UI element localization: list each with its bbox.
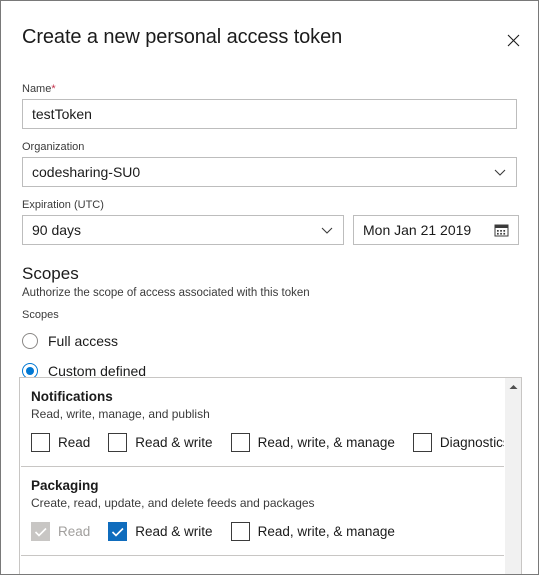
scope-checkbox-row: Read Read & write Read, write, & manage … <box>31 422 505 466</box>
expiration-duration-select[interactable]: 90 days <box>22 215 344 245</box>
expiration-label: Expiration (UTC) <box>22 199 104 211</box>
checkbox-label: Read <box>58 523 91 539</box>
scope-list-scrollbar[interactable] <box>504 378 521 574</box>
scope-divider <box>21 555 504 556</box>
checkbox-box <box>108 522 128 541</box>
checkbox-packaging-read-write[interactable]: Read & write <box>108 522 213 541</box>
checkbox-box <box>230 433 250 452</box>
radio-full-access-indicator <box>22 333 38 349</box>
scrollbar-up-button[interactable] <box>505 378 521 395</box>
chevron-down-icon <box>494 169 506 176</box>
scope-description: Read, write, manage, and publish <box>31 407 210 421</box>
close-icon <box>507 34 519 46</box>
scopes-header: Scopes Authorize the scope of access ass… <box>22 263 517 322</box>
scope-name: Packaging <box>31 478 99 493</box>
checkbox-label: Read & write <box>135 434 213 450</box>
chevron-up-icon <box>509 384 518 389</box>
checkbox-label: Diagnostics <box>439 434 505 450</box>
checkbox-notifications-read-write-manage[interactable]: Read, write, & manage <box>230 433 395 452</box>
expiration-duration-value: 90 days <box>32 222 82 238</box>
check-icon <box>112 527 124 537</box>
check-icon <box>34 527 47 537</box>
page-title: Create a new personal access token <box>22 26 343 48</box>
checkbox-notifications-read-write[interactable]: Read & write <box>108 433 213 452</box>
expiration-date-value: Mon Jan 21 2019 <box>363 222 472 238</box>
organization-value: codesharing-SU0 <box>32 164 141 180</box>
scope-list-container: Notifications Read, write, manage, and p… <box>19 377 522 574</box>
checkbox-packaging-read: Read <box>31 522 90 541</box>
calendar-icon <box>494 224 509 237</box>
radio-full-access-label: Full access <box>48 333 119 349</box>
checkbox-label: Read <box>58 434 91 450</box>
expiration-date-input[interactable]: Mon Jan 21 2019 <box>353 215 519 245</box>
create-pat-dialog: Create a new personal access token Name*… <box>0 0 539 575</box>
name-input[interactable]: testToken <box>22 99 517 129</box>
name-label: Name* <box>22 82 538 96</box>
scope-item-notifications: Notifications Read, write, manage, and p… <box>20 378 505 466</box>
close-button[interactable] <box>501 28 525 52</box>
scopes-group-label: Scopes <box>22 309 59 321</box>
scope-name: Notifications <box>31 389 113 404</box>
checkbox-box <box>108 433 128 452</box>
radio-full-access[interactable]: Full access <box>22 328 538 354</box>
checkbox-box <box>31 522 50 541</box>
checkbox-notifications-diagnostics[interactable]: Diagnostics <box>412 433 505 452</box>
scope-list: Notifications Read, write, manage, and p… <box>20 378 505 574</box>
checkbox-label: Read, write, & manage <box>257 523 395 539</box>
checkbox-box <box>31 433 50 452</box>
organization-select[interactable]: codesharing-SU0 <box>22 157 517 187</box>
scope-checkbox-row: Read Read & write Read, write, & manage <box>31 511 495 555</box>
scopes-heading: Scopes <box>22 264 79 283</box>
name-label-text: Name <box>22 83 52 95</box>
required-asterisk: * <box>51 83 56 95</box>
name-input-value: testToken <box>32 106 92 122</box>
scope-item-packaging: Packaging Create, read, update, and dele… <box>20 467 505 555</box>
checkbox-packaging-read-write-manage[interactable]: Read, write, & manage <box>230 522 395 541</box>
checkbox-notifications-read[interactable]: Read <box>31 433 90 452</box>
checkbox-label: Read & write <box>135 523 213 539</box>
dialog-header: Create a new personal access token <box>1 1 538 64</box>
checkbox-box <box>230 522 250 541</box>
scope-description: Create, read, update, and delete feeds a… <box>31 496 315 510</box>
expiration-row: 90 days Mon Jan 21 2019 <box>22 215 519 245</box>
checkbox-box <box>412 433 432 452</box>
organization-label: Organization <box>22 141 85 153</box>
chevron-down-icon <box>321 227 333 234</box>
checkbox-label: Read, write, & manage <box>257 434 395 450</box>
scopes-subheading: Authorize the scope of access associated… <box>22 287 310 299</box>
token-form: Name* testToken Organization codesharing… <box>1 64 538 384</box>
